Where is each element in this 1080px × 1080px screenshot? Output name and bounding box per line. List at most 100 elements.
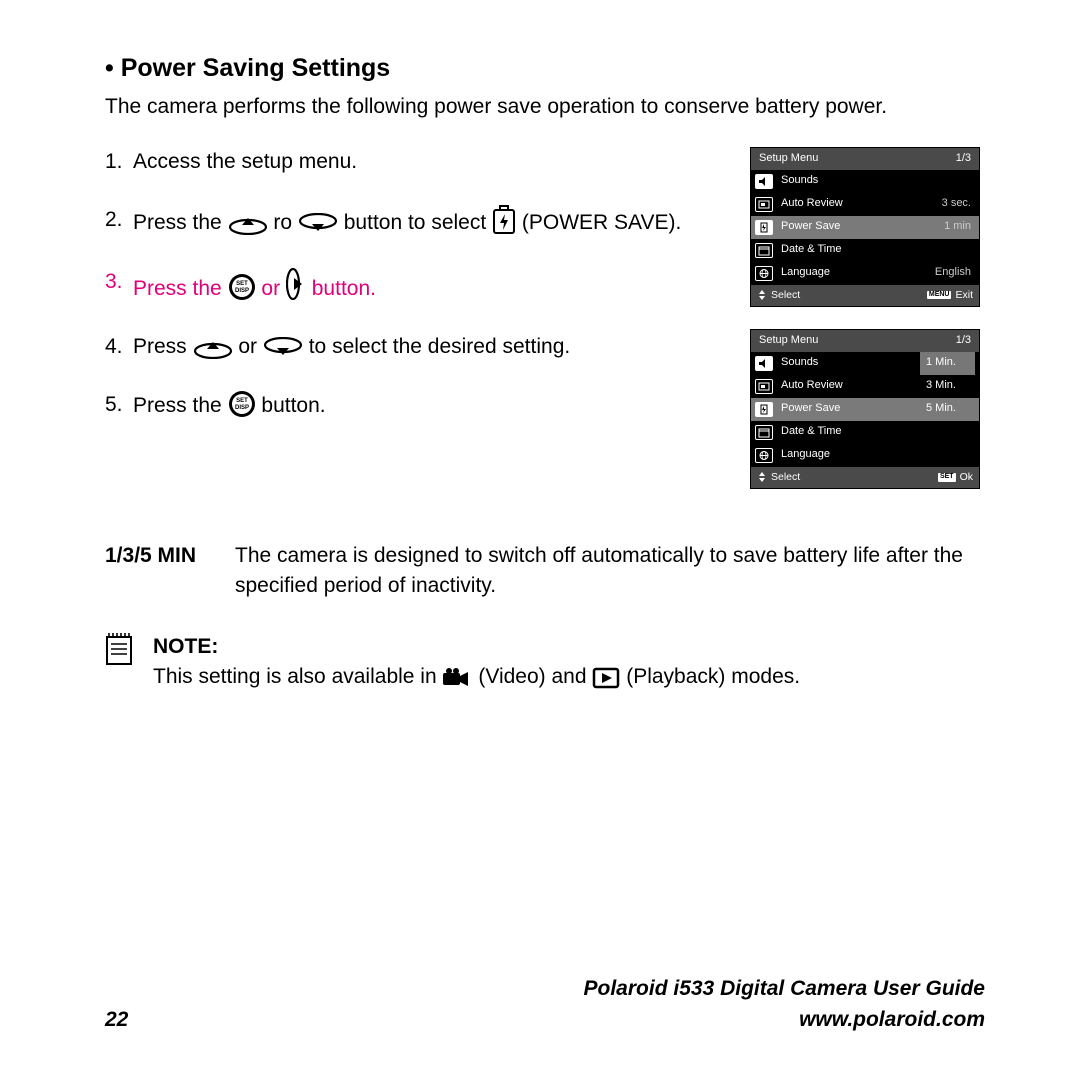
lcd-footer-right-label: Exit xyxy=(955,288,973,303)
set-badge: SET xyxy=(938,473,956,481)
definition-row: 1/3/5 MIN The camera is designed to swit… xyxy=(105,541,985,602)
lcd-item-sounds: Sounds 1 Min. xyxy=(751,352,979,375)
up-button-icon xyxy=(228,213,268,235)
lcd-title: Setup Menu xyxy=(759,151,818,167)
svg-text:SET: SET xyxy=(236,281,248,287)
step-body: Press the SETDISP button. xyxy=(133,390,720,421)
lcd-submenu-value: 1 Min. xyxy=(920,352,975,375)
text-fragment: or xyxy=(261,277,286,300)
step-body: Press the SETDISP or button. xyxy=(133,267,720,304)
lcd-item-value: English xyxy=(935,265,975,281)
guide-url: www.polaroid.com xyxy=(584,1005,985,1035)
lcd-submenu-value: 5 Min. xyxy=(920,401,975,417)
lcd-page-indicator: 1/3 xyxy=(956,151,971,167)
definition-label: 1/3/5 MIN xyxy=(105,541,235,602)
lcd-item-date-time: Date & Time xyxy=(751,239,979,262)
set-disp-button-icon: SETDISP xyxy=(228,273,256,301)
text-fragment: button. xyxy=(312,277,376,300)
lcd-item-label: Sounds xyxy=(779,173,971,189)
lcd-item-label: Auto Review xyxy=(779,196,942,212)
text-fragment: ro xyxy=(273,211,298,234)
section-title: Power Saving Settings xyxy=(105,50,985,86)
lcd-header: Setup Menu 1/3 xyxy=(751,148,979,170)
lcd-screenshot-1: Setup Menu 1/3 Sounds Auto Review 3 sec. xyxy=(750,147,980,307)
text-fragment: Press the xyxy=(133,277,228,300)
page-footer: 22 Polaroid i533 Digital Camera User Gui… xyxy=(105,974,985,1035)
lcd-item-value: 3 sec. xyxy=(942,196,975,212)
lcd-item-label: Date & Time xyxy=(779,242,971,258)
text-fragment: Press the xyxy=(133,211,228,234)
language-icon xyxy=(755,448,773,463)
step-body: Access the setup menu. xyxy=(133,147,720,177)
video-mode-icon xyxy=(442,667,472,689)
lcd-item-label: Language xyxy=(779,265,935,281)
lcd-item-label: Date & Time xyxy=(779,424,920,440)
notepad-icon xyxy=(105,632,135,675)
text-fragment: Press xyxy=(133,335,193,358)
lcd-footer: Select SET Ok xyxy=(751,467,979,488)
lcd-footer: Select MENU Exit xyxy=(751,285,979,306)
text-fragment: Press the xyxy=(133,394,228,417)
text-fragment: This setting is also available in xyxy=(153,665,442,688)
updown-arrows-icon xyxy=(757,290,767,300)
text-fragment: button to select xyxy=(344,211,492,234)
lcd-title: Setup Menu xyxy=(759,333,818,349)
lcd-item-power-save: Power Save 5 Min. xyxy=(751,398,979,421)
note-body: NOTE: This setting is also available in … xyxy=(153,632,985,693)
lcd-footer-left-label: Select xyxy=(771,288,800,303)
intro-text: The camera performs the following power … xyxy=(105,92,985,122)
lcd-item-label: Language xyxy=(779,447,920,463)
lcd-item-sounds: Sounds xyxy=(751,170,979,193)
down-button-icon xyxy=(298,213,338,235)
text-fragment: (Playback) modes. xyxy=(626,665,800,688)
lcd-item-value: 1 min xyxy=(944,219,975,235)
step-number: 5. xyxy=(105,390,133,421)
set-disp-button-icon: SETDISP xyxy=(228,390,256,418)
step-5: 5. Press the SETDISP button. xyxy=(105,390,720,421)
step-number: 4. xyxy=(105,332,133,362)
lcd-item-language: Language xyxy=(751,444,979,467)
lcd-footer-right-label: Ok xyxy=(960,470,973,485)
step-number: 3. xyxy=(105,267,133,304)
updown-arrows-icon xyxy=(757,472,767,482)
lcd-footer-right: SET Ok xyxy=(938,470,973,485)
auto-review-icon xyxy=(755,197,773,212)
playback-mode-icon xyxy=(592,667,620,689)
steps-column: 1. Access the setup menu. 2. Press the r… xyxy=(105,147,720,511)
definition-body: The camera is designed to switch off aut… xyxy=(235,541,985,602)
lcd-footer-right: MENU Exit xyxy=(927,288,973,303)
calendar-icon xyxy=(755,425,773,440)
lcd-item-label: Power Save xyxy=(779,401,920,417)
menu-badge: MENU xyxy=(927,291,952,299)
svg-text:SET: SET xyxy=(236,398,248,404)
svg-text:DISP: DISP xyxy=(235,405,249,411)
lcd-item-label: Power Save xyxy=(779,219,944,235)
text-fragment: (Video) and xyxy=(478,665,592,688)
lcd-footer-left: Select xyxy=(757,288,800,303)
lcd-item-auto-review: Auto Review 3 sec. xyxy=(751,193,979,216)
power-save-icon xyxy=(492,205,516,235)
text-fragment: to select the desired setting. xyxy=(309,335,571,358)
language-icon xyxy=(755,266,773,281)
step-2: 2. Press the ro button to select (POWER … xyxy=(105,205,720,238)
lcd-header: Setup Menu 1/3 xyxy=(751,330,979,352)
lcd-item-language: Language English xyxy=(751,262,979,285)
lcd-footer-left-label: Select xyxy=(771,470,800,485)
footer-right: Polaroid i533 Digital Camera User Guide … xyxy=(584,974,985,1035)
text-fragment: button. xyxy=(261,394,325,417)
power-save-icon xyxy=(755,220,773,235)
text-fragment: or xyxy=(238,335,263,358)
speaker-icon xyxy=(755,356,773,371)
note-label: NOTE: xyxy=(153,635,218,658)
up-button-icon xyxy=(193,337,233,359)
lcd-page-indicator: 1/3 xyxy=(956,333,971,349)
step-body: Press or to select the desired setting. xyxy=(133,332,720,362)
power-save-icon xyxy=(755,402,773,417)
down-button-icon xyxy=(263,337,303,359)
calendar-icon xyxy=(755,243,773,258)
svg-text:DISP: DISP xyxy=(235,288,249,294)
step-number: 2. xyxy=(105,205,133,238)
step-number: 1. xyxy=(105,147,133,177)
step-body: Press the ro button to select (POWER SAV… xyxy=(133,205,720,238)
lcd-item-label: Sounds xyxy=(779,355,920,371)
